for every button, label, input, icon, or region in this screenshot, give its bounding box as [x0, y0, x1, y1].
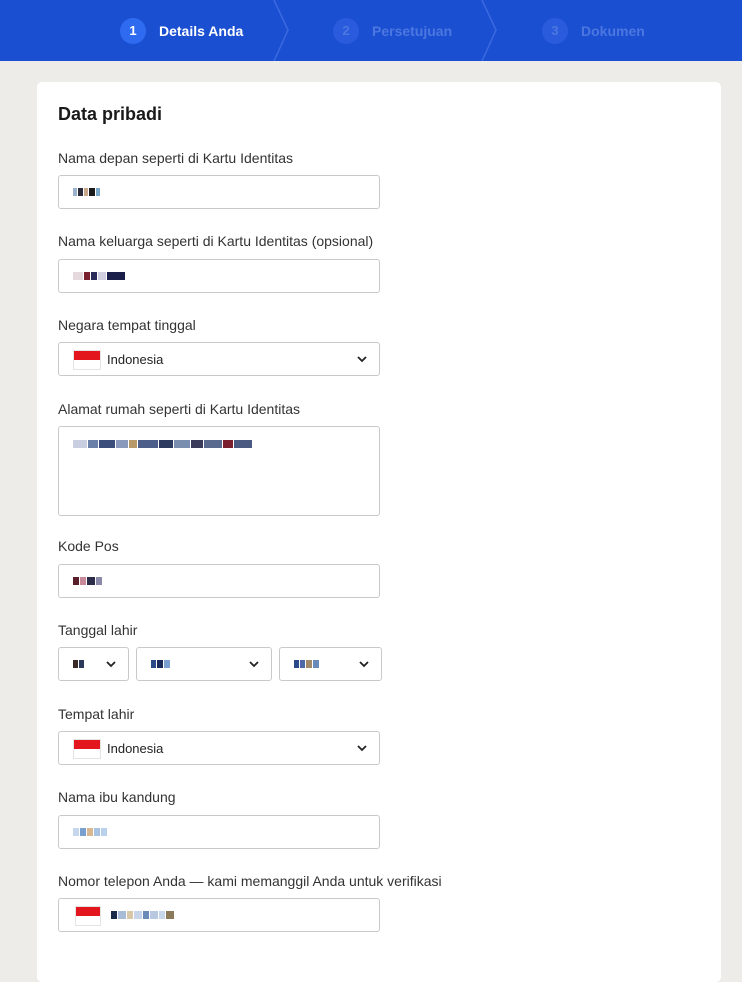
- family-name-label: Nama keluarga seperti di Kartu Identitas…: [58, 233, 374, 249]
- mother-name-input[interactable]: [58, 815, 380, 849]
- step-number: 1: [120, 17, 146, 44]
- indonesia-flag-icon[interactable]: [75, 906, 101, 926]
- country-select[interactable]: Indonesia: [58, 342, 380, 376]
- mother-name-label: Nama ibu kandung: [58, 789, 176, 805]
- first-name-label: Nama depan seperti di Kartu Identitas: [58, 150, 294, 166]
- step-details[interactable]: 1 Details Anda: [120, 0, 243, 61]
- address-textarea[interactable]: [58, 426, 380, 516]
- redacted-value: [73, 187, 100, 197]
- step-agreement[interactable]: 2 Persetujuan: [333, 0, 452, 61]
- first-name-input[interactable]: [58, 175, 380, 209]
- postal-code-input[interactable]: [58, 564, 380, 598]
- phone-label: Nomor telepon Anda — kami memanggil Anda…: [58, 873, 442, 889]
- phone-input[interactable]: [58, 898, 380, 932]
- step-separator-icon: [273, 0, 289, 61]
- birth-place-select[interactable]: Indonesia: [58, 731, 380, 765]
- redacted-value: [73, 271, 125, 281]
- address-label: Alamat rumah seperti di Kartu Identitas: [58, 401, 301, 417]
- birth-place-label: Tempat lahir: [58, 706, 135, 722]
- step-documents[interactable]: 3 Dokumen: [542, 0, 645, 61]
- redacted-value: [111, 910, 174, 920]
- step-label: Dokumen: [581, 22, 645, 39]
- country-value: Indonesia: [107, 352, 164, 367]
- redacted-value: [294, 659, 319, 669]
- indonesia-flag-icon: [73, 739, 101, 759]
- chevron-down-icon: [106, 661, 116, 668]
- birth-year-select[interactable]: [279, 647, 382, 681]
- chevron-down-icon: [249, 661, 259, 668]
- step-label: Persetujuan: [372, 22, 453, 39]
- redacted-value: [73, 659, 84, 669]
- postal-code-label: Kode Pos: [58, 538, 119, 554]
- step-separator-icon: [481, 0, 497, 61]
- redacted-value: [73, 827, 107, 837]
- section-title: Data pribadi: [58, 104, 163, 124]
- birth-month-select[interactable]: [136, 647, 272, 681]
- step-number: 2: [333, 17, 359, 44]
- redacted-value: [73, 439, 252, 449]
- chevron-down-icon: [357, 356, 367, 363]
- redacted-value: [73, 576, 102, 586]
- step-number: 3: [542, 17, 568, 44]
- birth-date-label: Tanggal lahir: [58, 622, 138, 638]
- chevron-down-icon: [359, 661, 369, 668]
- family-name-input[interactable]: [58, 259, 380, 293]
- step-label: Details Anda: [159, 22, 244, 39]
- redacted-value: [151, 659, 170, 669]
- birth-place-value: Indonesia: [107, 741, 164, 756]
- birth-day-select[interactable]: [58, 647, 129, 681]
- chevron-down-icon: [357, 745, 367, 752]
- progress-stepper: 1 Details Anda 2 Persetujuan 3 Dokumen: [0, 0, 742, 61]
- indonesia-flag-icon: [73, 350, 101, 370]
- country-label: Negara tempat tinggal: [58, 317, 196, 333]
